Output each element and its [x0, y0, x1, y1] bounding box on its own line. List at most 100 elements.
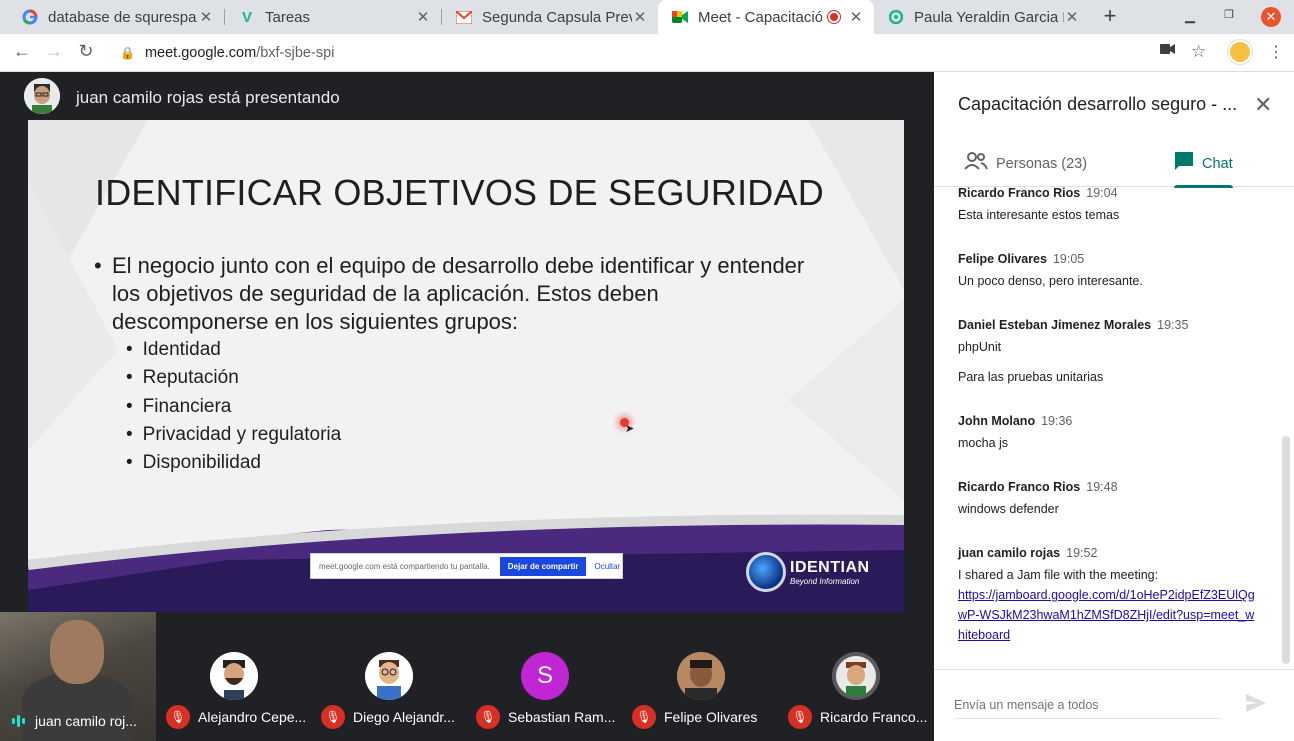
close-tab-icon[interactable]: ✕	[198, 8, 214, 26]
mouse-cursor-icon: ➤	[625, 423, 635, 435]
profile-avatar[interactable]	[1228, 40, 1252, 64]
mic-off-icon: 🎙	[476, 705, 500, 729]
self-video-body	[22, 674, 132, 741]
participant-name: juan camilo roj...	[35, 713, 137, 729]
browser-tab-gmail[interactable]: Segunda Capsula Prev ✕	[442, 0, 658, 34]
browser-tab-meet[interactable]: Meet - Capacitación ✕	[658, 0, 874, 34]
google-icon	[22, 9, 38, 25]
bitmoji-avatar	[210, 652, 258, 700]
browser-toolbar: ← → ↻ 🔒 meet.google.com/bxf-sjbe-spi ☆ ⋮	[0, 34, 1294, 72]
back-arrow-icon[interactable]: ←	[10, 41, 34, 62]
app-icon	[888, 9, 904, 25]
logo-brand: IDENTIAN	[790, 558, 870, 576]
participant-label: 🎙 Diego Alejandr...	[321, 705, 455, 729]
chat-message: Felipe Olivares 19:05 Un poco denso, pero…	[958, 251, 1258, 291]
meet-icon	[672, 9, 688, 25]
participant-label: 🎙 Alejandro Cepe...	[166, 705, 306, 729]
self-tile-label: juan camilo roj...	[12, 713, 137, 729]
panel-tabs: Personas (23) Chat	[934, 140, 1294, 188]
tab-chat-label: Chat	[1202, 155, 1233, 172]
chat-message: Ricardo Franco Rios 19:48 windows defende…	[958, 479, 1258, 519]
message-time: 19:35	[1157, 318, 1189, 332]
self-video-face	[50, 620, 104, 684]
list-item: Privacidad y regulatoria	[126, 421, 342, 449]
participant-name: Alejandro Cepe...	[198, 709, 307, 725]
letter-avatar: S	[521, 652, 569, 700]
shared-screen-slide: IDENTIFICAR OBJETIVOS DE SEGURIDAD • El …	[28, 120, 904, 612]
list-item: Financiera	[126, 393, 341, 421]
slide-title: IDENTIFICAR OBJETIVOS DE SEGURIDAD	[95, 172, 824, 213]
chat-composer	[934, 669, 1294, 741]
minimize-icon[interactable]: ▁	[1185, 8, 1195, 24]
url-host: meet.google.com	[144, 44, 257, 61]
restore-icon[interactable]: ❐	[1224, 8, 1234, 21]
message-text: windows defender	[958, 502, 1059, 516]
people-icon	[964, 152, 988, 175]
stop-sharing-button[interactable]: Dejar de compartir	[499, 556, 587, 576]
chat-messages: Ricardo Franco Rios 19:04 Esta interesant…	[958, 185, 1258, 671]
message-text: Esta interesante estos temas	[958, 208, 1120, 222]
forward-arrow-icon[interactable]: →	[42, 41, 66, 62]
new-tab-button[interactable]: +	[1098, 5, 1122, 29]
sender-name: juan camilo rojas	[958, 546, 1061, 560]
close-panel-icon[interactable]: ✕	[1254, 92, 1272, 118]
camera-icon[interactable]	[1160, 42, 1176, 60]
browser-tab-paula[interactable]: Paula Yeraldin Garcia H ✕	[874, 0, 1090, 34]
presenter-status: juan camilo rojas está presentando	[76, 88, 340, 107]
message-text: Un poco denso, pero interesante.	[958, 274, 1143, 288]
message-text: I shared a Jam file with the meeting:	[958, 568, 1159, 582]
address-bar[interactable]: 🔒 meet.google.com/bxf-sjbe-spi	[108, 38, 1218, 67]
meeting-title: Capacitación desarrollo seguro - ...	[958, 94, 1238, 114]
lock-icon: 🔒	[120, 45, 135, 60]
chat-scrollbar[interactable]	[1282, 436, 1290, 664]
close-tab-icon[interactable]: ✕	[632, 8, 648, 26]
screen-share-notice: meet.google.com está compartiendo tu pan…	[310, 553, 623, 579]
globe-icon	[746, 552, 786, 592]
chat-message: juan camilo rojas 19:52 I shared a Jam fi…	[958, 545, 1258, 645]
mic-off-icon: 🎙	[788, 705, 812, 729]
url-path: /bxf-sjbe-spi	[256, 44, 335, 61]
message-time: 19:52	[1066, 546, 1098, 560]
chat-message-input[interactable]	[954, 692, 1222, 719]
window-close-icon[interactable]: ✕	[1261, 7, 1281, 27]
message-time: 19:05	[1052, 252, 1085, 266]
sender-name: Felipe Olivares	[958, 252, 1047, 266]
bitmoji-avatar	[365, 652, 413, 700]
browser-tab-database[interactable]: database de squrespa ✕	[8, 0, 224, 34]
send-icon[interactable]	[1246, 694, 1266, 717]
browser-tab-strip: database de squrespa ✕ V Tareas ✕ Segund…	[0, 0, 1294, 34]
message-time: 19:36	[1041, 414, 1073, 428]
participant-name: Felipe Olivares	[664, 709, 758, 725]
browser-tab-tareas[interactable]: V Tareas ✕	[225, 0, 441, 34]
message-text: phpUnit	[958, 340, 1002, 354]
close-tab-icon[interactable]: ✕	[848, 8, 864, 26]
close-tab-icon[interactable]: ✕	[415, 8, 431, 26]
star-bookmark-icon[interactable]: ☆	[1191, 42, 1206, 62]
sender-name: Ricardo Franco Rios	[958, 186, 1081, 200]
hide-notice-button[interactable]: Ocultar	[594, 562, 620, 571]
photo-avatar	[677, 652, 725, 700]
slide-lead-bullet: • El negocio junto con el equipo de desa…	[94, 252, 814, 336]
participant-name: Diego Alejandr...	[353, 709, 455, 725]
close-tab-icon[interactable]: ✕	[1064, 8, 1080, 26]
more-menu-icon[interactable]: ⋮	[1268, 42, 1284, 62]
message-text: Para las pruebas unitarias	[958, 370, 1104, 384]
meet-stage: juan camilo rojas está presentando IDENT…	[0, 72, 934, 741]
slide-lead-text: El negocio junto con el equipo de desarr…	[112, 253, 805, 334]
reload-icon[interactable]: ↻	[74, 41, 98, 62]
message-time: 19:04	[1086, 186, 1118, 200]
tab-people[interactable]: Personas (23)	[964, 140, 1087, 187]
self-video-tile[interactable]: juan camilo roj...	[0, 612, 156, 741]
participant-label: 🎙 Felipe Olivares	[632, 705, 757, 729]
bullet-mark: •	[94, 253, 102, 278]
participant-label: 🎙 Ricardo Franco...	[788, 705, 927, 729]
participant-label: 🎙 Sebastian Ram...	[476, 705, 615, 729]
logo-tagline: Beyond Information	[790, 576, 860, 586]
chat-message: John Molano 19:36 mocha js	[958, 413, 1258, 453]
chat-message: Daniel Esteban Jimenez Morales 19:35 phpU…	[958, 317, 1258, 387]
tab-chat[interactable]: Chat	[1174, 140, 1233, 188]
gmail-icon	[456, 9, 472, 25]
jamboard-link[interactable]: https://jamboard.google.com/d/1oHeP2idpE…	[958, 588, 1255, 642]
side-panel: Capacitación desarrollo seguro - ... ✕ P…	[934, 72, 1294, 741]
bitmoji-avatar	[832, 652, 880, 700]
